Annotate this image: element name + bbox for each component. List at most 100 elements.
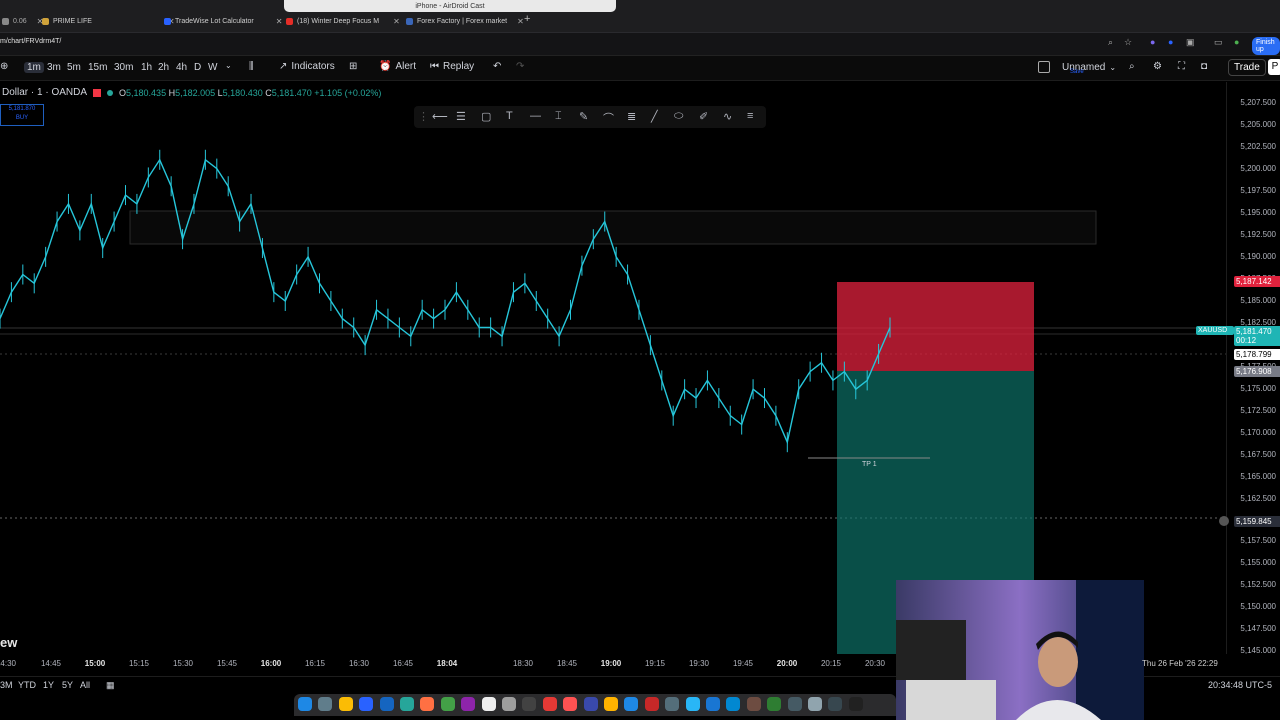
dock-app-icon[interactable] (461, 697, 476, 711)
extension-icon[interactable]: ● (1150, 37, 1155, 47)
measure-tool-icon[interactable]: ⌶ (555, 110, 562, 123)
new-tab-button[interactable]: + (524, 13, 530, 25)
ray-tool-icon[interactable]: ⟵ (432, 110, 448, 123)
redo-icon[interactable]: ↷ (516, 61, 524, 72)
pen-tool-icon[interactable]: ✎ (579, 110, 588, 123)
brush-tool-icon[interactable]: ✐ (699, 110, 708, 123)
horizontal-line-tool-icon[interactable]: — (530, 110, 541, 122)
tab-forex-factory[interactable]: Forex Factory | Forex market ✕ (406, 12, 524, 30)
timeframe-d[interactable]: D (194, 62, 201, 73)
dock-app-icon[interactable] (359, 697, 374, 711)
publish-button[interactable]: P (1268, 59, 1280, 75)
dock-app-icon[interactable] (604, 697, 618, 711)
timeframe-4h[interactable]: 4h (176, 62, 187, 73)
undo-icon[interactable]: ↶ (493, 61, 501, 72)
fib-tool-icon[interactable]: ☰ (456, 110, 466, 123)
more-tools-icon[interactable]: ≡ (747, 110, 753, 122)
timeframe-3m[interactable]: 3m (47, 62, 61, 73)
zoom-icon[interactable]: ⌕ (1108, 37, 1113, 48)
dock-app-icon[interactable] (481, 697, 496, 711)
dock-app-icon[interactable] (706, 697, 720, 711)
entry-price-badge[interactable]: 5,178.799 (1234, 349, 1280, 360)
dock-app-icon[interactable] (828, 697, 843, 711)
chart-clock[interactable]: 20:34:48 UTC-5 (1208, 680, 1272, 690)
entry-price-badge-2[interactable]: 5,176.908 (1234, 366, 1280, 377)
dock-app-icon[interactable] (644, 697, 659, 711)
timeframe-15m[interactable]: 15m (88, 62, 107, 73)
buy-button[interactable]: 5,181.870 BUY (0, 104, 44, 126)
tab-tradewise[interactable]: TradeWise Lot Calculator ✕ (164, 12, 282, 30)
trendline-tool-icon[interactable]: ╱ (651, 110, 658, 123)
dock-app-icon[interactable] (400, 697, 414, 711)
dock-app-icon[interactable] (746, 697, 761, 711)
extensions-puzzle-icon[interactable]: ▣ (1186, 37, 1195, 48)
profile-avatar-icon[interactable]: ● (1234, 37, 1239, 47)
range-5y[interactable]: 5Y (62, 680, 73, 690)
tab-partial[interactable]: 0.06 ✕ (2, 12, 43, 30)
chart-type-candles-icon[interactable]: ⫼ (249, 61, 254, 72)
curve-tool-icon[interactable]: ⌒ (603, 110, 614, 126)
dock-app-icon[interactable] (767, 697, 782, 711)
stop-loss-badge[interactable]: 5,187.142 (1234, 276, 1280, 287)
shape-tool-icon[interactable]: ⬭ (674, 110, 683, 123)
dock-app-icon[interactable] (787, 697, 802, 711)
dock-app-icon[interactable] (726, 697, 741, 711)
tab-prime-life[interactable]: PRIME LIFE ✕ (42, 12, 175, 30)
address-bar[interactable] (0, 33, 1280, 56)
path-tool-icon[interactable]: ∿ (723, 110, 732, 123)
settings-gear-icon[interactable]: ⚙ (1153, 61, 1162, 72)
timeframe-30m[interactable]: 30m (114, 62, 133, 73)
url-text[interactable]: m/chart/FRVdrm4T/ (0, 38, 61, 45)
timeframe-1h[interactable]: 1h (141, 62, 152, 73)
sidebar-icon[interactable]: ▭ (1214, 37, 1223, 48)
timeframe-w[interactable]: W (208, 62, 217, 73)
list-tool-icon[interactable]: ≣ (627, 110, 636, 123)
dock-app-icon[interactable] (563, 697, 578, 711)
text-tool-icon[interactable]: T (506, 110, 513, 122)
timeframe-5m[interactable]: 5m (67, 62, 81, 73)
close-icon[interactable]: ✕ (276, 17, 283, 26)
replay-button[interactable]: ⏮ Replay (430, 61, 474, 72)
finish-update-button[interactable]: Finish up (1252, 37, 1280, 55)
calendar-icon[interactable]: ▦ (106, 680, 115, 691)
camera-snapshot-icon[interactable]: ◘ (1201, 61, 1207, 72)
dock-app-icon[interactable] (848, 697, 863, 711)
search-icon[interactable]: ⌕ (1129, 61, 1135, 72)
trade-button[interactable]: Trade (1228, 59, 1266, 76)
range-3m[interactable]: 3M (0, 680, 13, 690)
fullscreen-icon[interactable]: ⛶ (1178, 61, 1185, 72)
symbol-legend[interactable]: Dollar · 1 · OANDA O5,180.435 H5,182.005… (2, 87, 381, 98)
range-all[interactable]: All (80, 680, 90, 690)
dock-app-icon[interactable] (440, 697, 455, 711)
dock-app-icon[interactable] (522, 697, 537, 711)
add-symbol-icon[interactable]: ⊕ (0, 61, 8, 72)
layout-save-label[interactable]: Save (1070, 69, 1084, 75)
dock-app-icon[interactable] (420, 697, 435, 711)
dock-app-icon[interactable] (583, 697, 598, 711)
rectangle-tool-icon[interactable]: ▢ (481, 110, 491, 123)
dock-app-icon[interactable] (542, 697, 557, 711)
dock-app-icon[interactable] (665, 697, 680, 711)
dock-app-icon[interactable] (502, 697, 516, 711)
dock-app-icon[interactable] (298, 697, 312, 711)
range-1y[interactable]: 1Y (43, 680, 54, 690)
timeframe-dropdown-icon[interactable]: ⌄ (225, 61, 232, 70)
indicators-button[interactable]: ↗ Indicators (279, 61, 335, 72)
extension-icon[interactable]: ● (1168, 37, 1173, 47)
price-chart[interactable]: TP 1 (0, 82, 1226, 654)
tab-youtube[interactable]: (18) Winter Deep Focus M ✕ (286, 12, 400, 30)
dock-app-icon[interactable] (624, 697, 639, 711)
timeframe-2h[interactable]: 2h (158, 62, 169, 73)
close-icon[interactable]: ✕ (517, 17, 524, 26)
timeframe-1m[interactable]: 1m (24, 62, 44, 73)
templates-grid-icon[interactable]: ⊞ (349, 61, 357, 72)
dock-app-icon[interactable] (379, 697, 394, 711)
drag-handle-icon[interactable]: ⋮ (418, 110, 429, 123)
supply-zone-rect[interactable] (129, 210, 1097, 245)
alert-button[interactable]: ⏰ Alert (379, 61, 416, 72)
range-ytd[interactable]: YTD (18, 680, 36, 690)
dock-app-icon[interactable] (685, 697, 700, 711)
close-icon[interactable]: ✕ (393, 17, 400, 26)
symbol-name[interactable]: Dollar · 1 · OANDA (2, 87, 87, 98)
dock-app-icon[interactable] (338, 697, 353, 711)
